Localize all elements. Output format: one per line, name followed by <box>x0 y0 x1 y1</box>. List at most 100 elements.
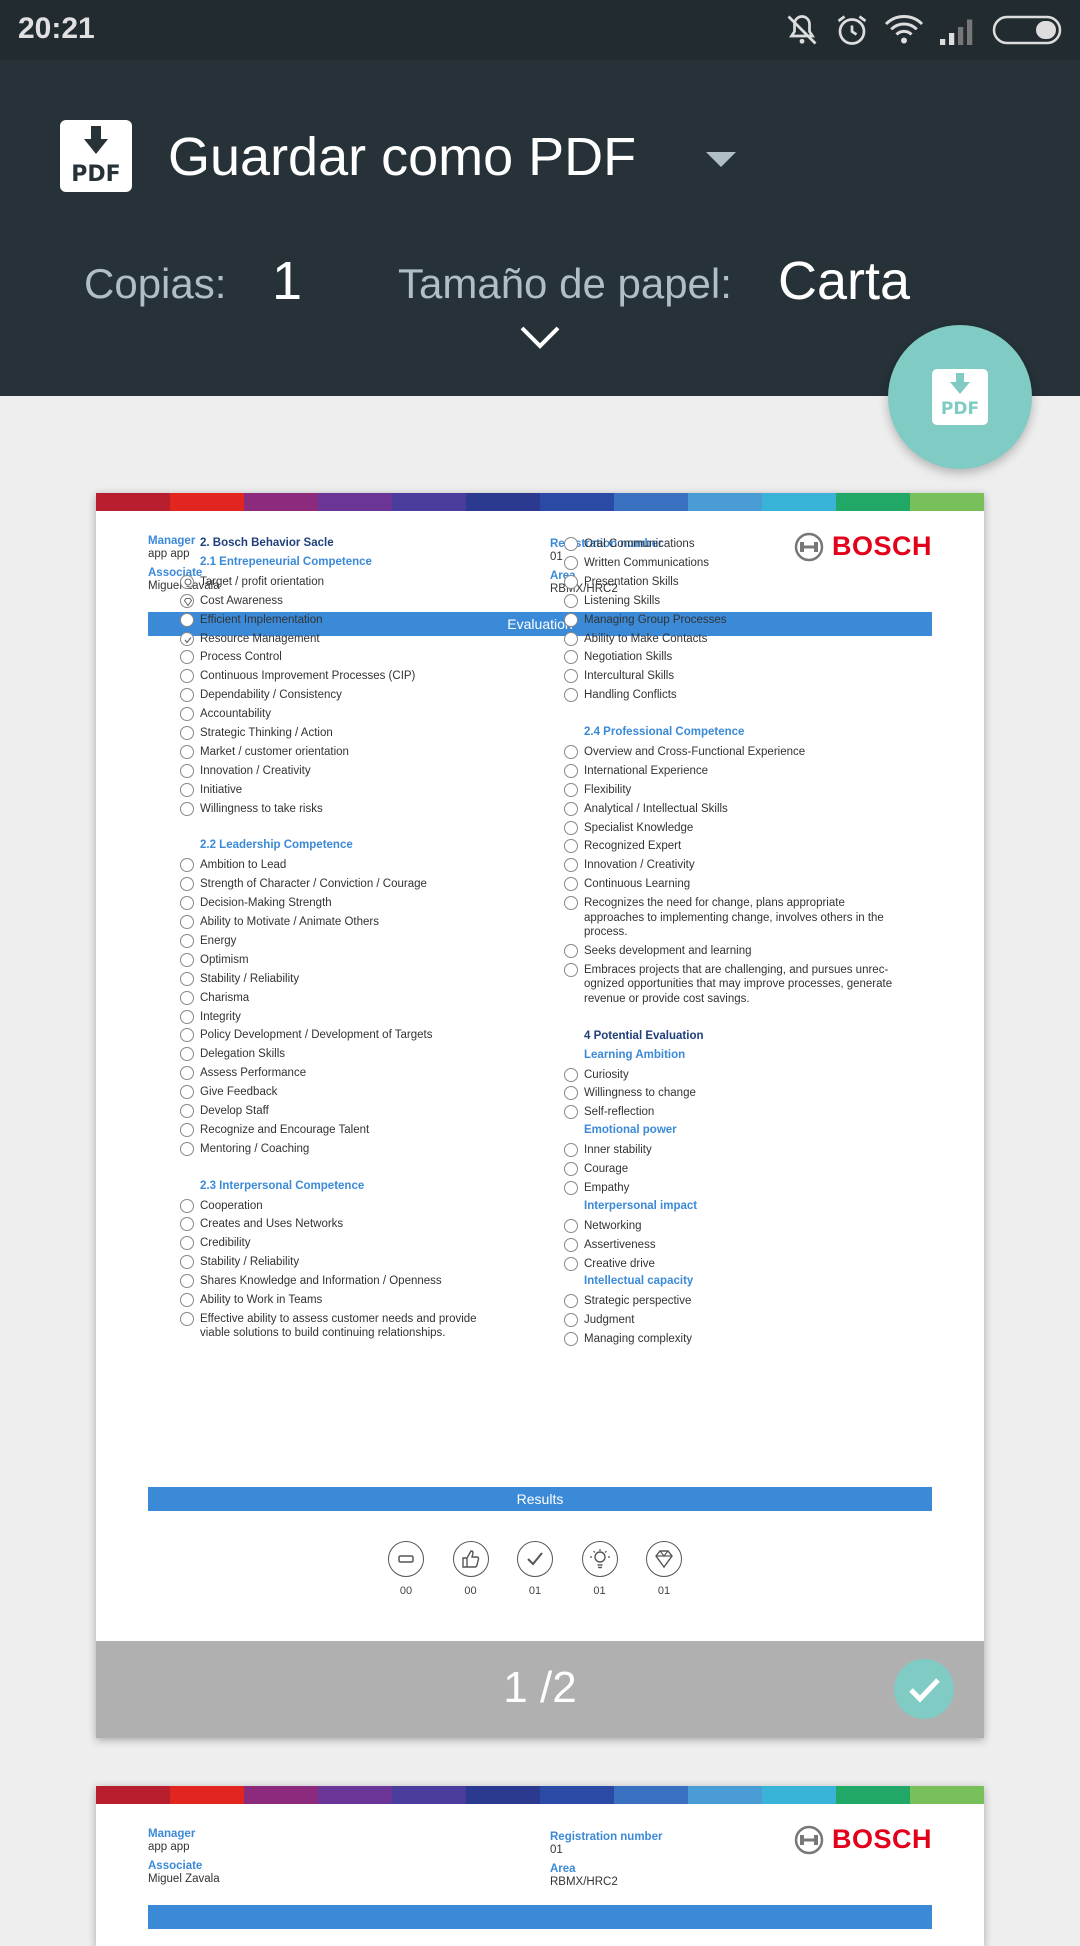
rating-radio <box>564 612 578 627</box>
rating-radio <box>180 1141 194 1156</box>
criterion-label: Handling Conflicts <box>584 689 677 702</box>
criterion-label: Strategic Thinking / Action <box>200 727 333 739</box>
rating-radio <box>564 962 578 977</box>
criterion-label: Ability to Make Contacts <box>584 632 708 645</box>
results-header: Results <box>148 1487 932 1511</box>
criterion-label: Ability to Work in Teams <box>200 1294 323 1306</box>
battery-icon <box>992 15 1062 45</box>
rating-radio <box>564 1218 578 1233</box>
criterion-label: process. <box>584 926 628 939</box>
section-heading: Intellectual capacity <box>584 1275 694 1288</box>
criterion-label: Credibility <box>200 1237 251 1250</box>
criterion-label: Ambition to Lead <box>200 859 287 872</box>
criterion-label: Charisma <box>200 991 250 1004</box>
rating-radio <box>564 555 578 570</box>
result-indicator: 00 <box>386 1541 426 1597</box>
associate-label: Associate <box>148 1860 203 1872</box>
result-count: 01 <box>657 1585 671 1597</box>
rating-radio <box>180 1255 194 1270</box>
result-count: 01 <box>528 1585 542 1597</box>
save-pdf-button[interactable]: PDF <box>888 325 1032 469</box>
rating-radio <box>564 650 578 665</box>
copies-value[interactable]: 1 <box>272 250 302 312</box>
criterion-label: Integrity <box>200 1010 241 1023</box>
criterion-label: Seeks development and learning <box>584 945 752 957</box>
rating-radio <box>564 593 578 608</box>
criterion-label: ognized opportunities that may improve p… <box>584 978 893 991</box>
check-icon <box>517 1541 553 1577</box>
manager-label: Manager <box>148 1828 196 1840</box>
criterion-label: Negotiation Skills <box>584 651 673 664</box>
manager-value: app app <box>148 548 190 560</box>
dropdown-arrow-icon[interactable] <box>706 152 736 167</box>
criterion-label: Managing Group Processes <box>584 613 727 626</box>
paper-size-value[interactable]: Carta <box>778 250 910 312</box>
criterion-label: Willingness to take risks <box>200 802 323 815</box>
rating-radio <box>564 877 578 892</box>
registration-label: Registration number <box>550 1831 663 1843</box>
result-count: 00 <box>399 1585 413 1597</box>
criterion-label: Stability / Reliability <box>200 972 300 985</box>
manager-value: app app <box>148 1841 190 1853</box>
page-footer-bar: 1 /2 <box>96 1641 984 1738</box>
criterion-label: Mentoring / Coaching <box>200 1142 310 1155</box>
criterion-label: Market / customer orientation <box>200 745 349 758</box>
expand-options-icon[interactable] <box>518 322 562 352</box>
criterion-label: Recognize and Encourage Talent <box>200 1123 370 1136</box>
rating-radio <box>180 1104 194 1118</box>
criterion-label: Delegation Skills <box>200 1048 286 1061</box>
criterion-label: Energy <box>200 934 237 947</box>
section-heading: 2.1 Entrepeneurial Competence <box>200 555 372 568</box>
page-preview-2[interactable]: Manager app app Associate Miguel Zavala … <box>96 1786 984 1946</box>
criterion-label: Recognizes the need for change, plans ap… <box>584 897 845 910</box>
result-count: 00 <box>464 1585 477 1597</box>
minus-icon <box>388 1541 424 1577</box>
section-heading: Learning Ambition <box>584 1048 686 1061</box>
rating-radio <box>564 944 578 958</box>
rating-radio <box>180 896 194 911</box>
rating-radio <box>564 574 578 589</box>
area-label: Area <box>550 1863 576 1875</box>
result-indicator: 00 <box>451 1541 491 1597</box>
rating-radio <box>564 1332 578 1347</box>
criterion-label: Empathy <box>584 1181 630 1194</box>
rating-radio <box>564 839 578 854</box>
page-selected-checkbox[interactable] <box>894 1659 954 1719</box>
signal-icon <box>940 19 973 45</box>
rating-radio <box>180 1311 194 1326</box>
printer-destination-select[interactable]: Guardar como PDF <box>168 126 636 188</box>
result-indicator: 01 <box>515 1541 555 1597</box>
criterion-label: Intercultural Skills <box>584 670 675 683</box>
rating-radio <box>180 1293 194 1307</box>
rating-radio <box>564 1086 578 1101</box>
criterion-label: Willingness to change <box>584 1087 696 1100</box>
rating-radio <box>564 669 578 684</box>
notifications-off-icon <box>787 15 817 45</box>
rating-radio <box>564 801 578 816</box>
rating-radio <box>564 1256 578 1271</box>
evaluation-header <box>148 1905 932 1929</box>
rating-radio <box>180 1122 194 1137</box>
criterion-label: Dependability / Consistency <box>200 689 342 702</box>
rating-radio <box>180 1274 194 1289</box>
rating-radio <box>180 1028 194 1043</box>
criterion-label: Strategic perspective <box>584 1295 692 1308</box>
criterion-label: Cooperation <box>200 1199 263 1212</box>
rating-radio <box>180 1217 194 1232</box>
criterion-label: Innovation / Creativity <box>200 764 311 777</box>
rating-radio <box>180 877 194 892</box>
status-bar: 20:21 <box>0 0 1080 60</box>
criterion-label: Continuous Improvement Processes (CIP) <box>200 670 416 683</box>
page-preview-1[interactable]: Manager app app Associate Miguel Zavala … <box>96 493 984 1738</box>
rating-radio <box>180 933 194 948</box>
manager-label: Manager <box>148 535 196 547</box>
criterion-label: Develop Staff <box>200 1105 269 1117</box>
rating-radio <box>180 1236 194 1251</box>
criterion-label: Embraces projects that are challenging, … <box>584 963 889 976</box>
criterion-label: Judgment <box>584 1314 635 1327</box>
alarm-icon <box>837 15 867 45</box>
rated-radio <box>180 574 194 589</box>
criterion-label: Managing complexity <box>584 1333 693 1346</box>
result-count: 01 <box>593 1585 606 1597</box>
section-heading: 2.2 Leadership Competence <box>200 839 353 852</box>
